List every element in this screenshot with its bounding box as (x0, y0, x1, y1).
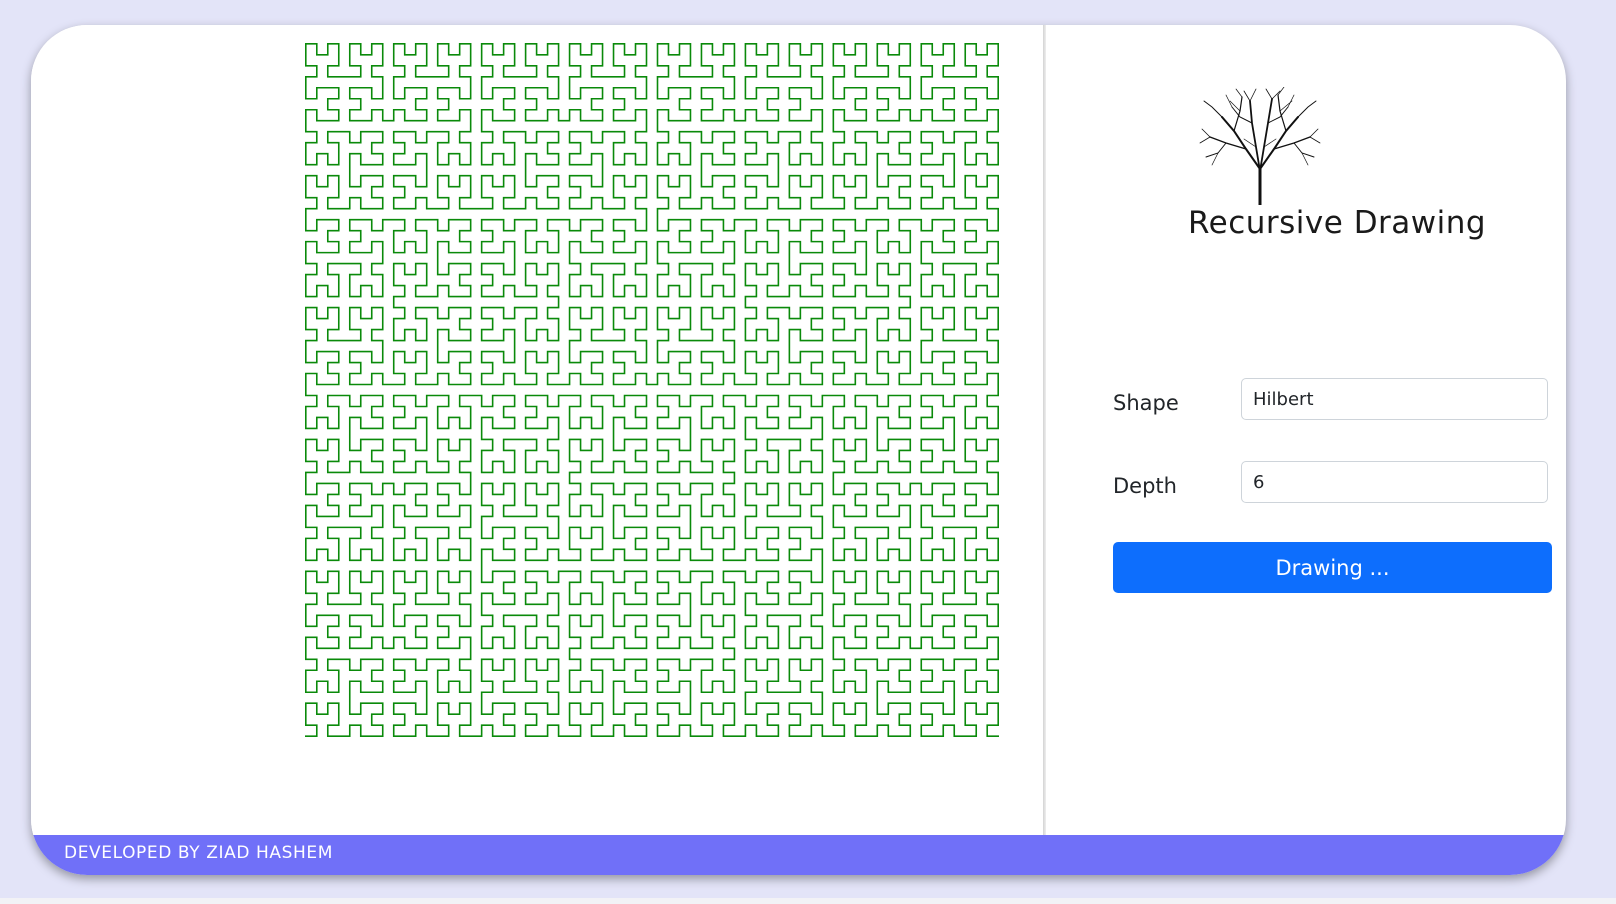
footer: Developed by Ziad Hashem (31, 835, 1566, 875)
depth-label: Depth (1113, 474, 1177, 498)
tree-icon (1199, 87, 1321, 205)
app-card: Recursive Drawing Shape Depth Drawing ..… (31, 25, 1566, 875)
footer-credit: Developed by Ziad Hashem (64, 843, 334, 863)
depth-input[interactable] (1241, 461, 1548, 503)
curve-path (305, 43, 999, 737)
shape-label: Shape (1113, 391, 1179, 415)
app-title: Recursive Drawing (1188, 205, 1487, 241)
hilbert-curve (305, 43, 999, 737)
control-panel: Recursive Drawing Shape Depth Drawing ..… (1046, 25, 1566, 835)
shape-input[interactable] (1241, 378, 1548, 420)
page-bottom-strip (0, 898, 1616, 904)
draw-button[interactable]: Drawing ... (1113, 542, 1552, 593)
drawing-canvas (31, 25, 1043, 835)
